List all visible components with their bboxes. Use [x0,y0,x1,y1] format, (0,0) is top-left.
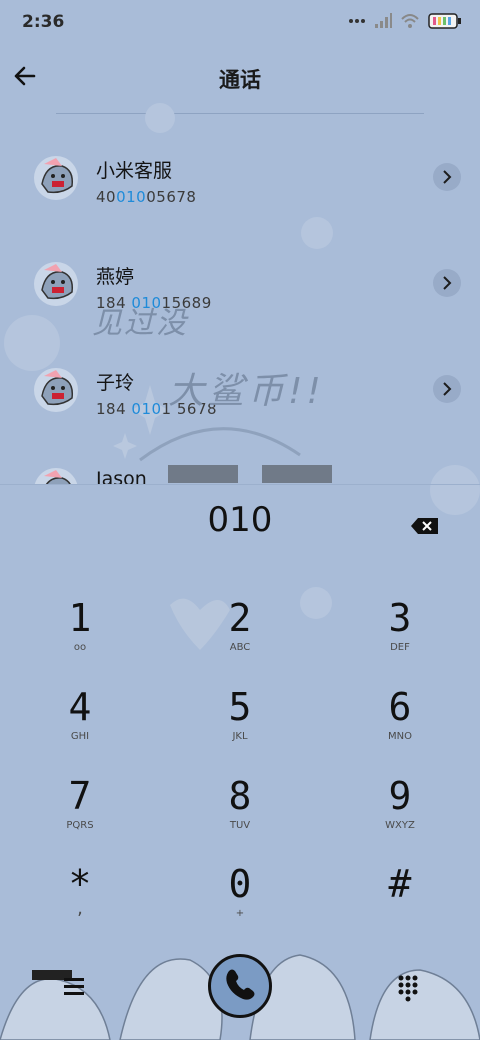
key-letters: WXYZ [385,820,415,831]
key-letters: PQRS [66,820,94,831]
contact-row[interactable]: 小米客服 4001005678 [0,138,480,228]
contact-detail-button[interactable] [433,269,461,297]
menu-button[interactable] [58,970,90,1002]
menu-icon [64,978,84,995]
contact-row[interactable]: Jason [0,450,480,484]
key-letters: ABC [229,642,251,653]
key-8[interactable]: 8 TUV [180,774,300,854]
contact-detail-button[interactable] [433,375,461,403]
contact-number: 4001005678 [96,188,196,206]
key-letters: , [77,898,83,919]
key-letters: + [235,908,245,919]
contact-list[interactable]: 小米客服 4001005678 燕婷 184 01015689 子玲 184 0… [0,114,480,484]
key-6[interactable]: 6 MNO [340,685,460,765]
shark-avatar-icon [34,156,78,200]
key-hash[interactable]: # [340,862,460,942]
dialpad-divider [0,484,480,485]
phone-icon [226,969,255,1000]
key-digit: 6 [388,685,412,729]
call-button[interactable] [208,954,272,1018]
contact-name: 小米客服 [96,160,173,182]
contact-name: 燕婷 [96,266,135,288]
key-3[interactable]: 3 DEF [340,596,460,676]
key-letters: GHI [70,731,90,742]
key-letters: JKL [232,731,248,742]
shark-avatar-icon [34,468,78,484]
key-digit: 7 [68,774,92,818]
key-digit: # [388,862,412,906]
number-match: 010 [131,400,162,418]
key-9[interactable]: 9 WXYZ [340,774,460,854]
number-match: 010 [116,188,147,206]
key-letters: DEF [390,642,410,653]
key-digit: 8 [228,774,252,818]
chevron-right-icon [443,382,452,396]
key-4[interactable]: 4 GHI [20,685,140,765]
shark-avatar-icon [34,368,78,412]
number-prefix: 184 [96,400,132,418]
key-digit: 9 [388,774,412,818]
shark-avatar-icon [34,262,78,306]
backspace-button[interactable] [408,512,442,540]
key-5[interactable]: 5 JKL [180,685,300,765]
key-letters: MNO [388,731,412,742]
key-digit: 2 [228,596,252,640]
voicemail-icon: oo [73,642,87,653]
keypad-icon [398,975,418,1002]
key-star[interactable]: * , [20,862,140,942]
chevron-right-icon [443,276,452,290]
key-7[interactable]: 7 PQRS [20,774,140,854]
contact-name: Jason [96,468,147,484]
key-digit: 4 [68,685,92,729]
key-digit: 3 [388,596,412,640]
keypad-toggle-button[interactable] [392,970,424,1002]
key-letters: TUV [229,820,251,831]
backspace-icon [411,518,438,534]
watermark-line-1: 见过没 [92,306,188,341]
number-prefix: 40 [96,188,117,206]
key-0[interactable]: 0 + [180,862,300,942]
chevron-right-icon [443,170,452,184]
bottom-action-bar [0,940,480,1040]
number-suffix: 05678 [146,188,197,206]
contact-row[interactable]: 燕婷 184 01015689 [0,244,480,334]
key-digit: 1 [68,596,92,640]
key-2[interactable]: 2 ABC [180,596,300,676]
contact-name: 子玲 [96,372,135,394]
contact-detail-button[interactable] [433,163,461,191]
key-digit: 5 [228,685,252,729]
key-digit: 0 [228,862,252,906]
watermark-line-2: 大鲨币!! [168,371,325,412]
key-1[interactable]: 1 oo [20,596,140,676]
